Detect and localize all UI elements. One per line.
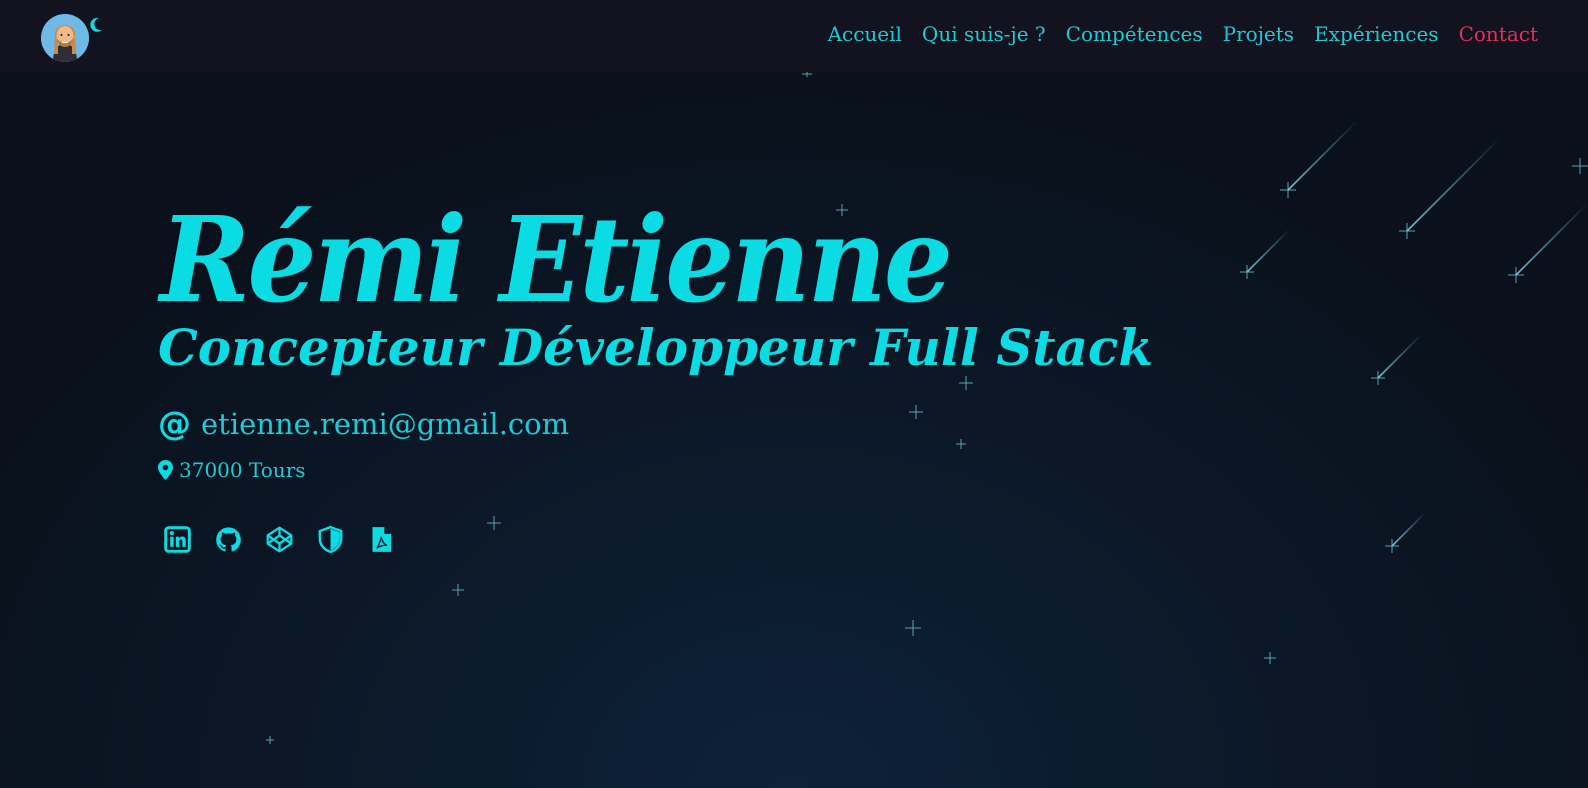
email-row: @ etienne.remi@gmail.com xyxy=(158,404,569,444)
nav-link-qui-suis-je[interactable]: Qui suis-je ? xyxy=(922,20,1046,48)
theme-toggle[interactable] xyxy=(88,16,106,34)
codepen-link[interactable] xyxy=(266,524,293,554)
linkedin-link[interactable] xyxy=(164,524,191,554)
github-link[interactable] xyxy=(215,524,242,554)
location-text: 37000 Tours xyxy=(179,458,306,482)
nav-link-projets[interactable]: Projets xyxy=(1223,20,1294,48)
email-link[interactable]: etienne.remi@gmail.com xyxy=(201,404,569,444)
pdf-file-icon xyxy=(372,526,392,552)
top-navbar: Accueil Qui suis-je ? Compétences Projet… xyxy=(0,0,1588,72)
shield-icon xyxy=(318,525,343,553)
cv-pdf-link[interactable] xyxy=(368,524,395,554)
nav-link-accueil[interactable]: Accueil xyxy=(828,20,902,48)
security-link[interactable] xyxy=(317,524,344,554)
nav-link-contact[interactable]: Contact xyxy=(1459,20,1538,48)
shooting-stars xyxy=(1246,120,1588,547)
avatar[interactable] xyxy=(41,14,89,62)
main-nav: Accueil Qui suis-je ? Compétences Projet… xyxy=(828,20,1538,48)
linkedin-icon xyxy=(164,525,191,553)
location-row: 37000 Tours xyxy=(158,456,306,484)
github-icon xyxy=(216,526,241,551)
starfield-background xyxy=(266,71,1588,744)
nav-link-competences[interactable]: Compétences xyxy=(1066,20,1203,48)
social-links xyxy=(164,524,395,554)
bearded-man-avatar-icon xyxy=(41,14,89,62)
nav-link-experiences[interactable]: Expériences xyxy=(1314,20,1439,48)
map-pin-icon xyxy=(158,460,173,480)
codepen-icon xyxy=(266,526,293,552)
hero-name: Rémi Etienne xyxy=(160,190,953,329)
hero-role: Concepteur Développeur Full Stack xyxy=(158,318,1153,377)
at-icon: @ xyxy=(158,404,191,443)
moon-icon xyxy=(90,17,102,32)
